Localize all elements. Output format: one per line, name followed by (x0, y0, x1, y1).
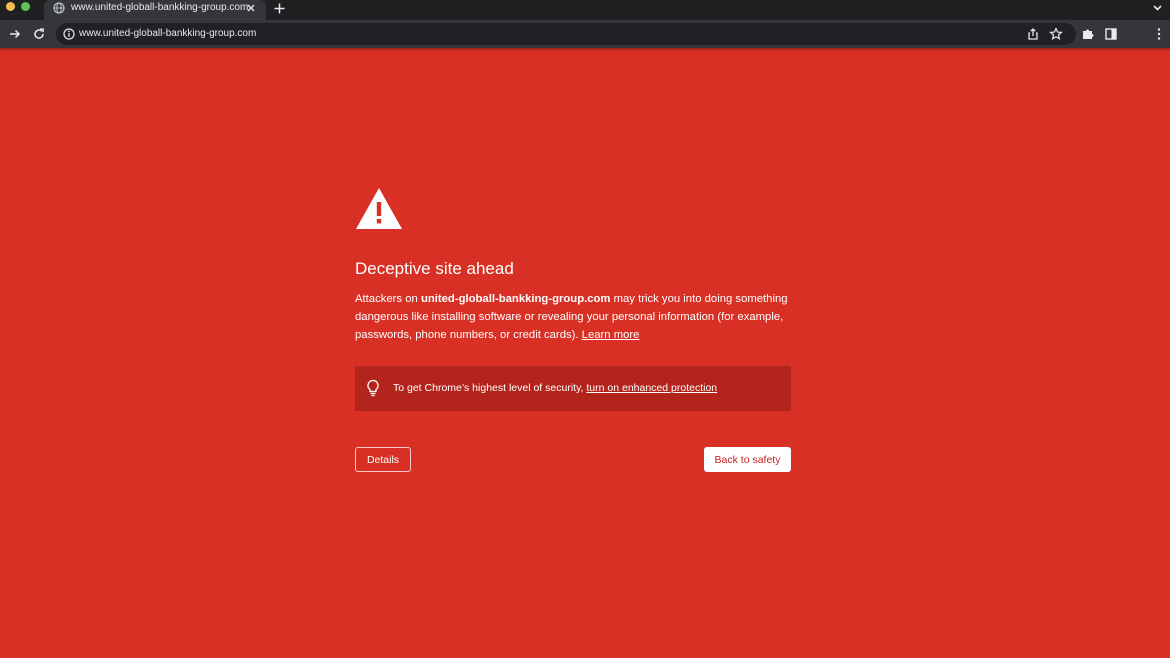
close-icon[interactable] (246, 3, 256, 13)
star-icon[interactable] (1049, 27, 1063, 41)
forward-arrow-icon[interactable] (8, 27, 22, 41)
description-prefix: Attackers on (355, 293, 421, 305)
promo-text: To get Chrome’s highest level of securit… (393, 382, 717, 394)
enhanced-protection-promo: To get Chrome’s highest level of securit… (355, 366, 791, 411)
back-to-safety-button[interactable]: Back to safety (704, 447, 791, 472)
puzzle-icon[interactable] (1081, 27, 1095, 41)
dangerous-domain: united-globall-bankking-group.com (420, 293, 611, 305)
browser-toolbar: www.united-globall-bankking-group.com (0, 20, 1170, 48)
globe-icon (53, 2, 65, 14)
warning-description: Attackers on united-globall-bankking-gro… (355, 290, 800, 344)
tab-strip: www.united-globall-bankking-group.com (0, 0, 1170, 20)
info-icon[interactable] (63, 28, 75, 40)
kebab-menu-icon[interactable] (1152, 27, 1166, 41)
browser-tab[interactable]: www.united-globall-bankking-group.com (44, 0, 266, 20)
promo-label: To get Chrome’s highest level of securit… (393, 382, 587, 394)
maximize-window-button[interactable] (21, 2, 30, 11)
tab-title: www.united-globall-bankking-group.com (71, 2, 249, 13)
url-text: www.united-globall-bankking-group.com (79, 28, 257, 39)
warning-triangle-icon (356, 188, 402, 229)
enhanced-protection-link[interactable]: turn on enhanced protection (586, 382, 717, 394)
minimize-window-button[interactable] (6, 2, 15, 11)
lightbulb-icon (367, 379, 379, 397)
chevron-down-icon[interactable] (1152, 3, 1163, 13)
address-bar[interactable]: www.united-globall-bankking-group.com (56, 23, 1076, 45)
plus-icon[interactable] (273, 2, 286, 15)
learn-more-link[interactable]: Learn more (582, 329, 640, 341)
details-button[interactable]: Details (355, 447, 411, 472)
toolbar-shadow (0, 48, 1170, 51)
share-icon[interactable] (1026, 27, 1040, 41)
side-panel-icon[interactable] (1104, 27, 1118, 41)
reload-icon[interactable] (32, 27, 46, 41)
page-title: Deceptive site ahead (355, 259, 514, 278)
